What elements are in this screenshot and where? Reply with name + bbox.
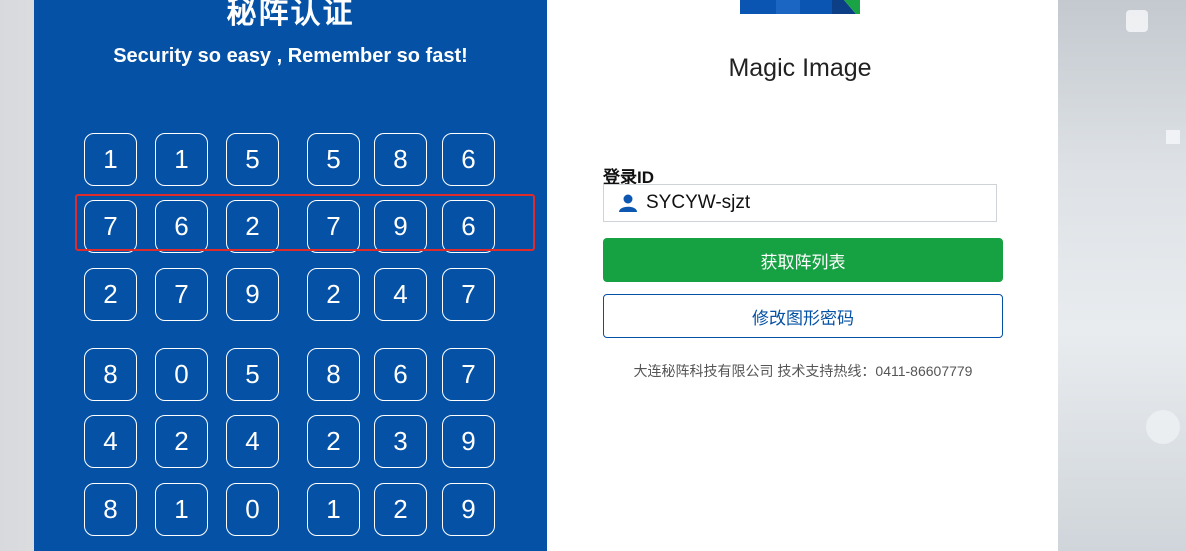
- matrix-key[interactable]: 5: [226, 348, 279, 401]
- matrix-key[interactable]: 3: [374, 415, 427, 468]
- matrix-key[interactable]: 9: [226, 268, 279, 321]
- matrix-key[interactable]: 2: [307, 415, 360, 468]
- matrix-key[interactable]: 9: [442, 483, 495, 536]
- matrix-key[interactable]: 0: [226, 483, 279, 536]
- logo-text: Magic Image: [728, 54, 872, 82]
- matrix-key[interactable]: 7: [442, 348, 495, 401]
- matrix-key[interactable]: 7: [442, 268, 495, 321]
- user-icon: [619, 194, 637, 212]
- matrix-key[interactable]: 2: [307, 268, 360, 321]
- login-id-field[interactable]: [603, 184, 997, 222]
- matrix-key[interactable]: 0: [155, 348, 208, 401]
- matrix-key[interactable]: 8: [84, 348, 137, 401]
- matrix-key[interactable]: 4: [374, 268, 427, 321]
- page-title: 秘阵认证: [226, 0, 355, 30]
- matrix-key[interactable]: 6: [442, 133, 495, 186]
- matrix-key[interactable]: 8: [374, 133, 427, 186]
- background-right-image: [1058, 0, 1186, 551]
- matrix-panel: 秘阵认证 Security so easy , Remember so fast…: [34, 0, 547, 551]
- page-subtitle: Security so easy , Remember so fast!: [113, 45, 468, 67]
- matrix-key[interactable]: 6: [442, 200, 495, 253]
- matrix-key[interactable]: 9: [374, 200, 427, 253]
- matrix-key[interactable]: 1: [155, 483, 208, 536]
- matrix-key[interactable]: 9: [442, 415, 495, 468]
- matrix-key[interactable]: 5: [307, 133, 360, 186]
- matrix-key[interactable]: 2: [155, 415, 208, 468]
- matrix-key[interactable]: 6: [155, 200, 208, 253]
- matrix-key[interactable]: 1: [307, 483, 360, 536]
- matrix-key[interactable]: 8: [307, 348, 360, 401]
- matrix-key[interactable]: 5: [226, 133, 279, 186]
- matrix-key[interactable]: 4: [84, 415, 137, 468]
- login-id-input[interactable]: [644, 191, 988, 215]
- matrix-key[interactable]: 8: [84, 483, 137, 536]
- matrix-key[interactable]: 7: [155, 268, 208, 321]
- magic-image-logo-icon: [740, 0, 860, 14]
- matrix-key[interactable]: 4: [226, 415, 279, 468]
- matrix-key[interactable]: 2: [374, 483, 427, 536]
- matrix-key[interactable]: 6: [374, 348, 427, 401]
- get-matrix-button[interactable]: 获取阵列表: [603, 238, 1003, 282]
- background-decoration: [1166, 130, 1180, 144]
- matrix-key[interactable]: 7: [84, 200, 137, 253]
- background-decoration: [1146, 410, 1180, 444]
- matrix-key[interactable]: 2: [84, 268, 137, 321]
- matrix-key[interactable]: 7: [307, 200, 360, 253]
- matrix-key[interactable]: 1: [155, 133, 208, 186]
- support-footer: 大连秘阵科技有限公司 技术支持热线：0411-86607779: [633, 363, 973, 379]
- background-decoration: [1126, 10, 1148, 32]
- matrix-key[interactable]: 2: [226, 200, 279, 253]
- change-pattern-password-button[interactable]: 修改图形密码: [603, 294, 1003, 338]
- matrix-key[interactable]: 1: [84, 133, 137, 186]
